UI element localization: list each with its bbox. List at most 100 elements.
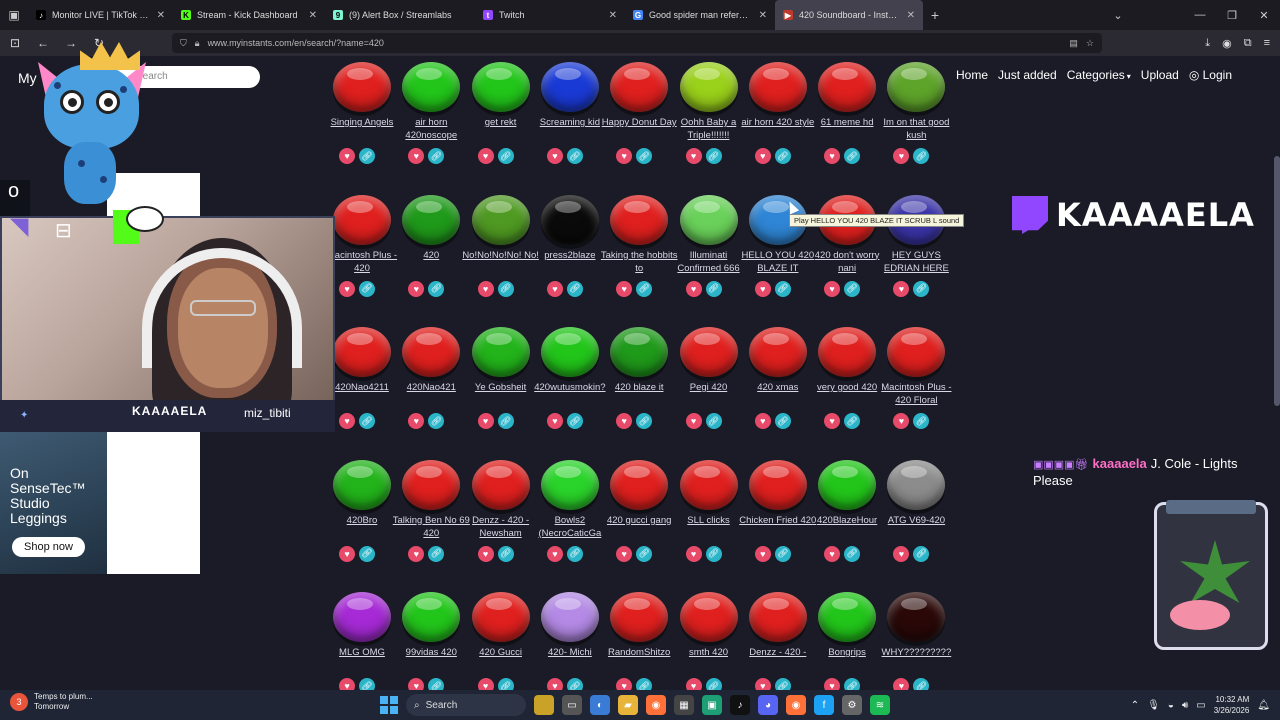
nav-categories[interactable]: Categories ▾ [1067,68,1131,82]
favorite-heart-icon[interactable]: ♥ [408,280,425,297]
notifications-icon[interactable]: 🔔︎ [1257,700,1270,711]
play-sound-button[interactable] [679,62,738,112]
close-icon[interactable]: ✕ [907,10,915,21]
play-sound-button[interactable] [471,459,530,510]
tab-list-icon[interactable]: ▣ [0,0,28,30]
tiktok-app-icon[interactable]: ♪ [730,695,750,715]
play-sound-button[interactable] [540,327,599,377]
play-sound-button[interactable] [748,459,807,510]
play-sound-button[interactable] [748,62,807,112]
download-icon[interactable]: ⤓ [1205,37,1210,50]
play-sound-button[interactable] [540,62,599,112]
favorite-heart-icon[interactable]: ♥ [893,280,910,297]
windows-start-icon[interactable] [380,696,398,714]
favorite-heart-icon[interactable]: ♥ [616,280,633,297]
widget-app-icon[interactable] [534,695,554,715]
play-sound-button[interactable] [610,592,669,642]
share-link-icon[interactable]: 🔗︎ [913,545,930,562]
battery-icon[interactable]: ▭ [1196,700,1205,711]
nav-just-added[interactable]: Just added [998,68,1057,82]
network-icon[interactable]: ◒ [1168,700,1174,711]
favorite-heart-icon[interactable]: ♥ [754,545,771,562]
play-sound-button[interactable] [679,592,738,642]
nav-login[interactable]: ◎ Login [1189,68,1232,82]
share-link-icon[interactable]: 🔗︎ [844,678,861,690]
sound-button-label[interactable]: WHY????????? [875,646,957,673]
share-link-icon[interactable]: 🔗︎ [636,413,653,429]
share-link-icon[interactable]: 🔗︎ [636,545,653,562]
play-sound-button[interactable] [818,62,877,112]
play-sound-button[interactable] [610,327,669,377]
favorite-heart-icon[interactable]: ♥ [754,678,771,690]
share-link-icon[interactable]: 🔗︎ [913,678,930,690]
tab-overflow-icon[interactable]: ⌄ [1102,9,1134,22]
sound-button-label[interactable]: Macintosh Plus - 420 Floral [875,381,957,408]
favorite-heart-icon[interactable]: ♥ [546,678,563,690]
play-sound-button[interactable] [748,327,807,377]
close-icon[interactable]: ✕ [759,10,767,21]
share-link-icon[interactable]: 🔗︎ [636,678,653,690]
play-sound-button[interactable] [540,592,599,642]
store-icon[interactable]: ▦ [674,695,694,715]
share-link-icon[interactable]: 🔗︎ [705,280,722,297]
play-sound-button[interactable] [610,459,669,510]
play-sound-button[interactable] [471,194,530,245]
favorite-heart-icon[interactable]: ♥ [477,148,494,164]
favorite-heart-icon[interactable]: ♥ [477,280,494,297]
share-link-icon[interactable]: 🔗︎ [774,148,791,164]
share-link-icon[interactable]: 🔗︎ [844,148,861,164]
share-link-icon[interactable]: 🔗︎ [359,678,375,690]
address-bar[interactable]: ⛉ 🔒︎ www.myinstants.com/en/search/?name=… [172,33,1102,53]
share-link-icon[interactable]: 🔗︎ [359,280,375,297]
play-sound-button[interactable] [610,62,669,112]
taskbar-search[interactable]: ⌕ Search [406,694,526,716]
tab-tiktok[interactable]: ♪ Monitor LIVE | TikTok LIVE Cent ✕ [28,0,173,30]
favorite-heart-icon[interactable]: ♥ [546,413,563,429]
play-sound-button[interactable] [402,459,461,510]
volume-icon[interactable]: 🔊︎ [1182,700,1188,711]
share-link-icon[interactable]: 🔗︎ [705,148,722,164]
share-link-icon[interactable]: 🔗︎ [913,280,930,297]
favorite-heart-icon[interactable]: ♥ [685,678,702,690]
favorite-heart-icon[interactable]: ♥ [339,545,355,562]
share-link-icon[interactable]: 🔗︎ [566,280,583,297]
copilot-icon[interactable]: ◐ [590,695,610,715]
share-link-icon[interactable]: 🔗︎ [428,148,445,164]
share-link-icon[interactable]: 🔗︎ [359,413,375,429]
share-link-icon[interactable]: 🔗︎ [774,280,791,297]
favorite-heart-icon[interactable]: ♥ [824,148,841,164]
play-sound-button[interactable] [610,194,669,245]
favorite-heart-icon[interactable]: ♥ [893,545,910,562]
new-tab-icon[interactable]: + [923,7,947,23]
favorite-heart-icon[interactable]: ♥ [824,280,841,297]
favorite-heart-icon[interactable]: ♥ [408,413,425,429]
share-link-icon[interactable]: 🔗︎ [913,413,930,429]
share-link-icon[interactable]: 🔗︎ [844,280,861,297]
file-explorer-icon[interactable]: ▰ [618,695,638,715]
close-icon[interactable]: ✕ [157,10,165,21]
restore-icon[interactable]: ❐ [1216,9,1248,22]
share-link-icon[interactable]: 🔗︎ [566,148,583,164]
play-sound-button[interactable] [471,327,530,377]
task-view-icon[interactable]: ▭ [562,695,582,715]
favorite-heart-icon[interactable]: ♥ [339,280,355,297]
facebook-icon[interactable]: f [814,695,834,715]
sound-button-label[interactable]: Im on that good kush [875,116,957,143]
play-sound-button[interactable] [887,62,946,112]
share-link-icon[interactable]: 🔗︎ [497,148,514,164]
play-sound-button[interactable] [748,592,807,642]
favorite-heart-icon[interactable]: ♥ [754,148,771,164]
favorite-heart-icon[interactable]: ♥ [408,148,425,164]
share-link-icon[interactable]: 🔗︎ [774,545,791,562]
tab-twitch[interactable]: t Twitch ✕ [475,0,625,30]
share-link-icon[interactable]: 🔗︎ [497,280,514,297]
shield-icon[interactable]: ⛉ [180,38,187,49]
favorite-heart-icon[interactable]: ♥ [824,413,841,429]
favorite-heart-icon[interactable]: ♥ [546,545,563,562]
share-link-icon[interactable]: 🔗︎ [359,545,375,562]
favorite-heart-icon[interactable]: ♥ [824,678,841,690]
close-icon[interactable]: ✕ [609,10,617,21]
lock-icon[interactable]: 🔒︎ [195,38,200,49]
weather-widget[interactable]: 3 Temps to plum... Tomorrow [10,692,93,712]
share-link-icon[interactable]: 🔗︎ [566,545,583,562]
